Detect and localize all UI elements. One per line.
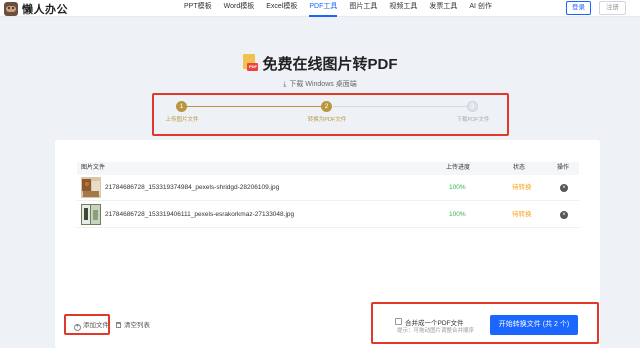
clear-list-button[interactable]: 清空列表 (116, 319, 150, 329)
step-connector-1 (186, 106, 321, 107)
col-header-file: 图片文件 (81, 165, 106, 171)
remove-file-button[interactable]: × (560, 211, 568, 219)
add-file-button[interactable]: + 添加文件 (74, 319, 109, 331)
remove-file-button[interactable]: × (560, 184, 568, 192)
brand-logo[interactable]: 懒人办公 (4, 1, 68, 16)
col-header-progress: 上传进度 (446, 165, 471, 171)
upload-progress: 100% (449, 211, 466, 218)
step-1-marker: 1 (176, 101, 187, 112)
col-header-action: 操作 (557, 165, 570, 171)
download-desktop-link[interactable]: ⤓ 下载 Windows 桌面端 (0, 79, 640, 89)
merge-checkbox[interactable] (395, 318, 402, 325)
start-convert-button[interactable]: 开始转换文件 (共 2 个) (490, 315, 578, 335)
table-row: 21784686728_153319406111_pexels-esrakork… (77, 202, 579, 228)
main-nav: PPT模板 Word模板 Excel模板 PDF工具 图片工具 视频工具 发票工… (178, 0, 498, 17)
table-header (77, 162, 579, 175)
table-row: 21784686728_153319374984_pexels-shridgd-… (77, 175, 579, 201)
plus-circle-icon: + (74, 324, 81, 331)
file-name: 21784686728_153319406111_pexels-esrakork… (105, 211, 295, 218)
brand-name: 懒人办公 (22, 3, 68, 16)
sloth-logo-icon (4, 1, 18, 16)
image-thumbnail (81, 177, 101, 198)
top-navbar: 懒人办公 PPT模板 Word模板 Excel模板 PDF工具 图片工具 视频工… (0, 0, 640, 17)
step-1-label: 上传图片文件 (165, 117, 199, 123)
upload-progress: 100% (449, 184, 466, 191)
image-thumbnail (81, 204, 101, 225)
nav-item-ai[interactable]: AI 创作 (463, 0, 498, 17)
status-badge: 待转换 (512, 211, 532, 218)
step-2-marker: 2 (321, 101, 332, 112)
download-icon: ⤓ (283, 81, 287, 88)
step-2-label: 转换为PDF文件 (307, 117, 347, 123)
nav-item-pdf[interactable]: PDF工具 (303, 0, 343, 17)
page-header: PDF 免费在线图片转PDF (0, 52, 640, 74)
register-button[interactable]: 注册 (599, 1, 626, 15)
nav-item-excel[interactable]: Excel模板 (260, 0, 303, 17)
merge-hint: 提示：可拖动图片调整合并顺序 (397, 328, 475, 334)
step-3-label: 下载PDF文件 (456, 117, 490, 123)
nav-item-ppt[interactable]: PPT模板 (178, 0, 218, 17)
col-header-status: 状态 (513, 165, 526, 171)
status-badge: 待转换 (512, 184, 532, 191)
image-to-pdf-icon: PDF (242, 54, 259, 72)
page-title: 免费在线图片转PDF (262, 55, 398, 73)
trash-icon (116, 322, 121, 328)
nav-item-invoice[interactable]: 发票工具 (423, 0, 463, 17)
nav-item-video[interactable]: 视频工具 (383, 0, 423, 17)
file-name: 21784686728_153319374984_pexels-shridgd-… (105, 184, 280, 191)
login-button[interactable]: 登录 (566, 1, 591, 15)
nav-item-word[interactable]: Word模板 (218, 0, 261, 17)
step-connector-2 (333, 106, 467, 107)
step-3-marker: 3 (467, 101, 478, 112)
nav-item-image[interactable]: 图片工具 (343, 0, 383, 17)
